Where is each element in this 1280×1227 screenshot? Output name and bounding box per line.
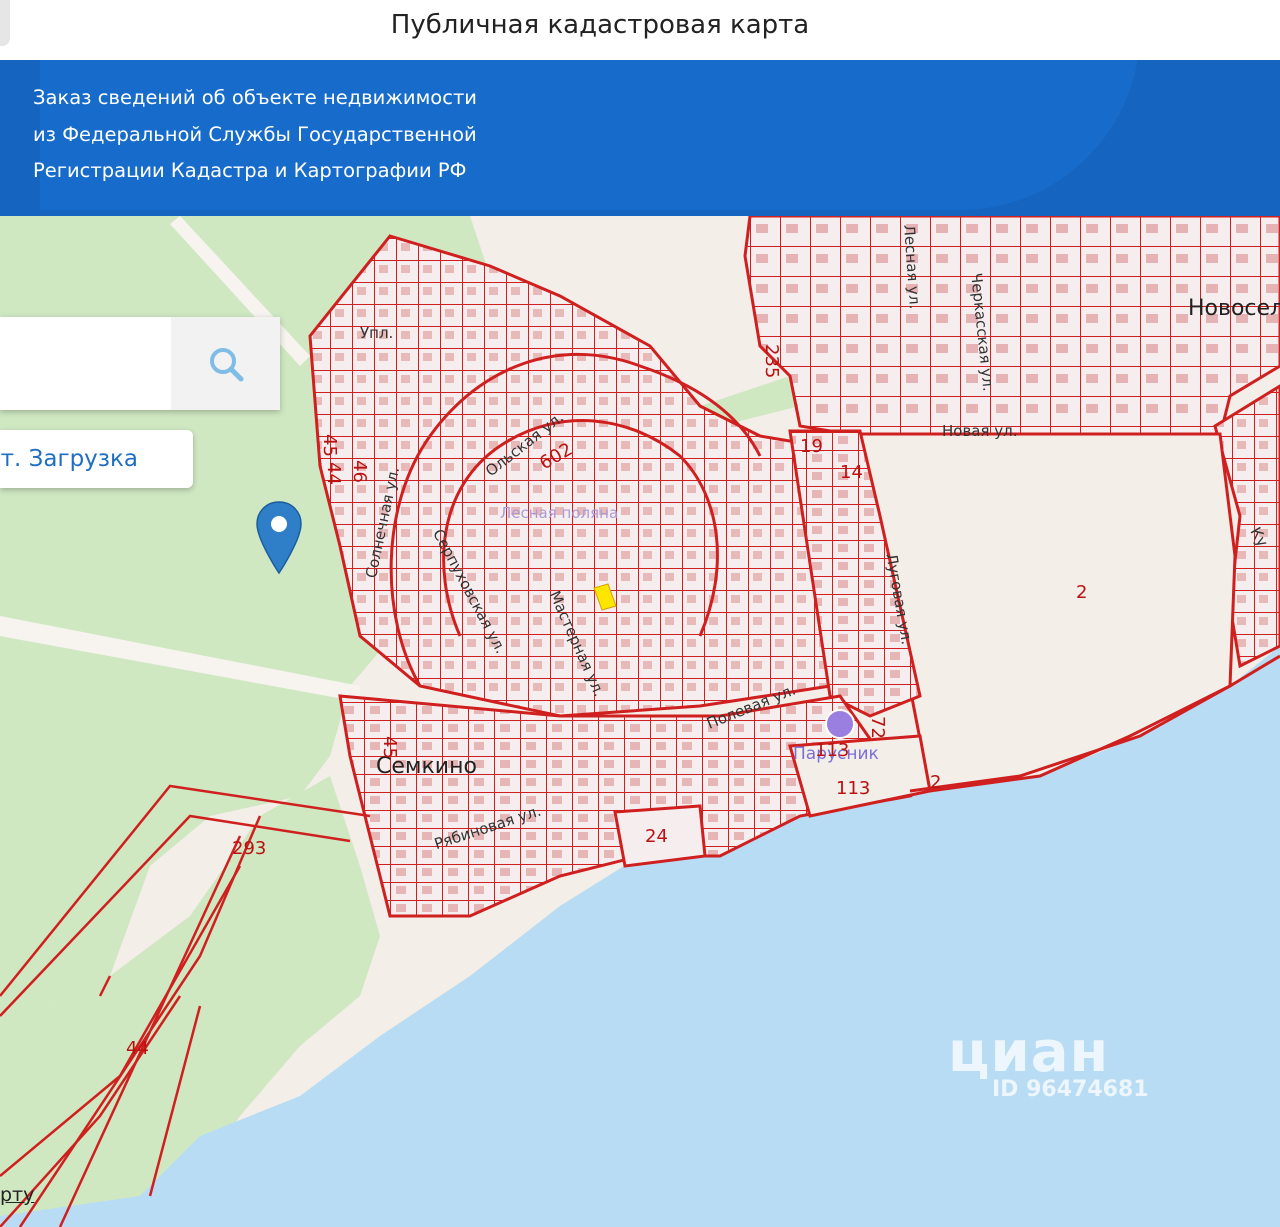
parcel-num-2-a: 2 xyxy=(1076,582,1088,603)
banner-line-1: Заказ сведений об объекте недвижимости xyxy=(33,86,477,109)
watermark-id: ID 96474681 xyxy=(992,1077,1149,1102)
poi-marker[interactable] xyxy=(825,709,855,739)
cian-watermark: циан ID 96474681 xyxy=(948,1020,1149,1102)
banner-line-2: из Федеральной Службы Государственной xyxy=(33,122,477,146)
page-title: Публичная кадастровая карта xyxy=(390,10,810,40)
load-button-label: ут. Загрузка xyxy=(0,446,138,472)
parcel-num-19: 19 xyxy=(800,436,823,457)
search-button[interactable] xyxy=(171,317,280,410)
search-icon xyxy=(209,347,243,381)
parcel-num-24: 24 xyxy=(645,826,668,847)
parcel-num-14: 14 xyxy=(840,462,863,483)
parcel-num-44: 44 xyxy=(323,462,344,485)
parcel-num-113-b: 113 xyxy=(836,778,871,799)
order-banner[interactable]: Заказ сведений об объекте недвижимости и… xyxy=(0,60,1280,216)
banner-text: Заказ сведений об объекте недвижимости и… xyxy=(33,80,477,190)
parcel-block-northeast xyxy=(743,216,1280,438)
watermark-brand: циан xyxy=(948,1020,1110,1085)
search-panel xyxy=(0,317,280,410)
parcel-num-293: 293 xyxy=(232,838,267,859)
parcel-num-44-b: 44 xyxy=(126,1038,149,1059)
location-pin-icon[interactable] xyxy=(255,500,303,575)
map-link[interactable]: рту xyxy=(0,1184,34,1206)
search-input[interactable] xyxy=(0,317,171,410)
parcel-num-45-b: 45 xyxy=(379,736,400,759)
parcel-num-72: 72 xyxy=(867,716,888,739)
street-novaya: Новая ул. xyxy=(942,422,1018,440)
parcel-num-113-a: 113 xyxy=(815,740,850,761)
parcel-num-45: 45 xyxy=(319,434,340,457)
top-bar: Публичная кадастровая карта xyxy=(0,0,1280,60)
label-lesnaya-polyana: Лесная поляна xyxy=(500,504,619,522)
load-button[interactable]: ут. Загрузка xyxy=(0,430,193,488)
parcel-num-235: 235 xyxy=(761,344,782,379)
label-novosel: Новосел xyxy=(1188,296,1280,321)
banner-line-3: Регистрации Кадастра и Картографии РФ xyxy=(33,159,467,182)
street-upl: Упл. xyxy=(360,324,394,342)
parcel-num-46: 46 xyxy=(349,460,370,483)
parcel-num-2-b: 2 xyxy=(930,772,942,793)
